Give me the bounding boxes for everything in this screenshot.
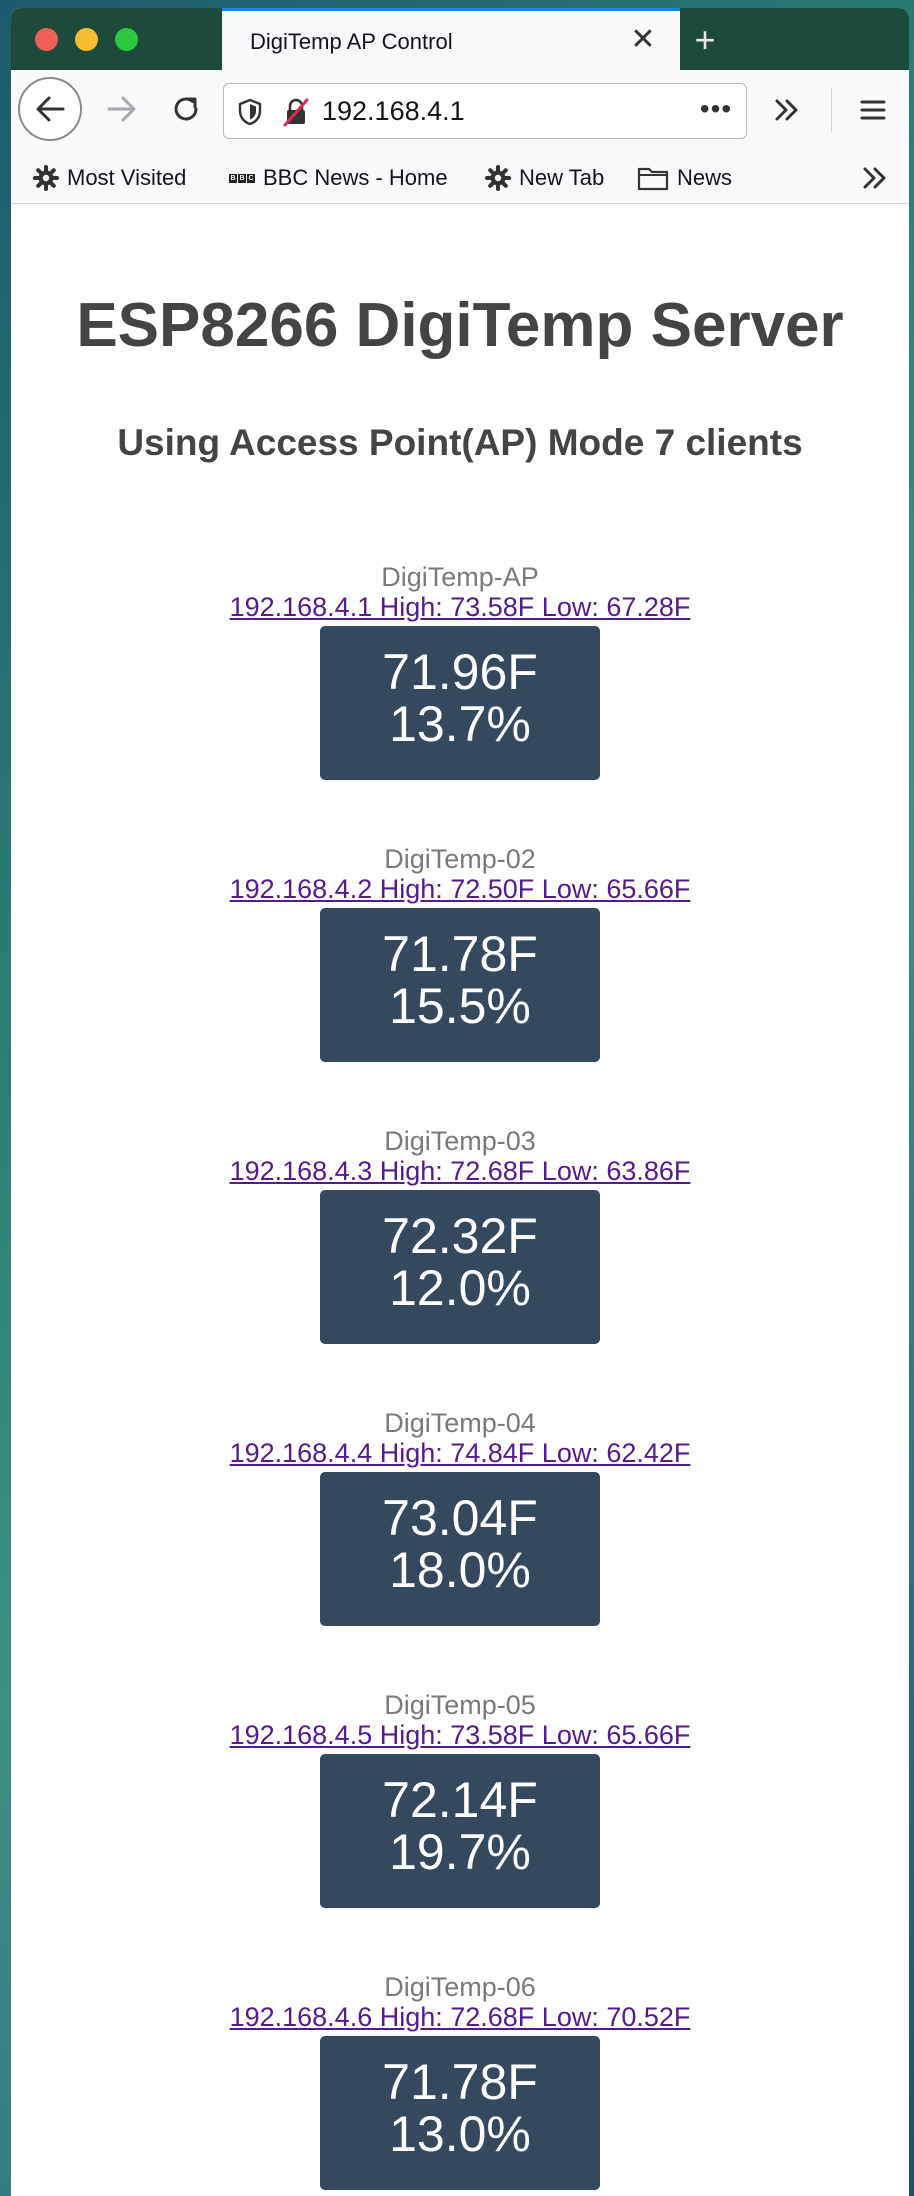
humidity-value: 18.0% [389, 1542, 531, 1598]
temperature-value: 73.04F [382, 1490, 538, 1546]
temperature-value: 72.32F [382, 1208, 538, 1264]
window-minimize-button[interactable] [75, 28, 98, 51]
sensor-name: DigiTemp-04 [384, 1408, 536, 1438]
sensor-link[interactable]: 192.168.4.6 High: 72.68F Low: 70.52F [230, 2002, 691, 2032]
sensor-reading-box: 73.04F 18.0% [320, 1472, 600, 1626]
sensor-name: DigiTemp-06 [384, 1972, 536, 2002]
humidity-value: 15.5% [389, 978, 531, 1034]
back-button[interactable] [18, 77, 82, 141]
nav-toolbar: ••• [11, 70, 909, 152]
double-chevron-right-icon [863, 167, 886, 189]
new-tab-button[interactable]: + [683, 20, 727, 60]
sensor-name: DigiTemp-02 [384, 844, 536, 874]
bookmark-folder-news[interactable]: News [637, 161, 732, 195]
sensor-name: DigiTemp-05 [384, 1690, 536, 1720]
temperature-value: 71.96F [382, 644, 538, 700]
forward-button[interactable] [95, 82, 149, 136]
url-input[interactable] [322, 94, 652, 128]
page-subtitle: Using Access Point(AP) Mode 7 clients [117, 422, 803, 463]
window-close-button[interactable] [35, 28, 58, 51]
sensor-reading-box: 72.32F 12.0% [320, 1190, 600, 1344]
insecure-lock-icon[interactable] [282, 97, 310, 127]
sensor-link-row: 192.168.4.4 High: 74.84F Low: 62.42F [11, 1438, 909, 1469]
reload-icon [174, 97, 198, 121]
reload-button[interactable] [159, 82, 213, 136]
sensor-reading-box: 71.96F 13.7% [320, 626, 600, 780]
humidity-value: 13.0% [389, 2106, 531, 2162]
sensor-link-row: 192.168.4.2 High: 72.50F Low: 65.66F [11, 874, 909, 905]
temperature-value: 71.78F [382, 2054, 538, 2110]
sensor-link[interactable]: 192.168.4.2 High: 72.50F Low: 65.66F [230, 874, 691, 904]
humidity-value: 19.7% [389, 1824, 531, 1880]
tab-title: DigiTemp AP Control [250, 29, 453, 54]
shield-icon[interactable] [238, 98, 262, 126]
bookmark-label: BBC News - Home [263, 165, 448, 190]
bbc-icon: BBC [229, 173, 255, 183]
bookmarks-overflow-button[interactable] [855, 160, 895, 196]
double-chevron-right-icon [775, 99, 798, 121]
sensor-reading-box: 71.78F 13.0% [320, 2036, 600, 2190]
app-menu-button[interactable] [851, 88, 895, 132]
temperature-value: 72.14F [382, 1772, 538, 1828]
sensor-link-row: 192.168.4.6 High: 72.68F Low: 70.52F [11, 2002, 909, 2033]
toolbar-separator [831, 88, 832, 132]
sensor-link-row: 192.168.4.5 High: 73.58F Low: 65.66F [11, 1720, 909, 1751]
sensor-link[interactable]: 192.168.4.3 High: 72.68F Low: 63.86F [230, 1156, 691, 1186]
url-bar[interactable]: ••• [223, 83, 747, 139]
bookmarks-toolbar: Most Visited BBC BBC News - Home New Tab [11, 152, 909, 204]
bookmark-new-tab[interactable]: New Tab [485, 161, 604, 195]
back-arrow-icon [36, 96, 65, 122]
forward-arrow-icon [107, 96, 136, 122]
sensor-reading-box: 72.14F 19.7% [320, 1754, 600, 1908]
bookmark-bbc-news[interactable]: BBC BBC News - Home [229, 161, 448, 195]
sensor-link-row: 192.168.4.3 High: 72.68F Low: 63.86F [11, 1156, 909, 1187]
sensor-link[interactable]: 192.168.4.1 High: 73.58F Low: 67.28F [230, 592, 691, 622]
hamburger-menu-icon [860, 100, 886, 120]
page-actions-icon[interactable]: ••• [694, 94, 738, 128]
sensor-name: DigiTemp-AP [381, 562, 539, 592]
bookmark-label: News [677, 165, 733, 190]
tab-digitemp[interactable]: DigiTemp AP Control ✕ [222, 8, 680, 70]
sensor-reading-box: 71.78F 15.5% [320, 908, 600, 1062]
bookmark-label: New Tab [519, 165, 605, 190]
toolbar-overflow-button[interactable] [765, 88, 809, 132]
sensor-link[interactable]: 192.168.4.5 High: 73.58F Low: 65.66F [230, 1720, 691, 1750]
tab-close-icon[interactable]: ✕ [628, 25, 658, 55]
window-maximize-button[interactable] [115, 28, 138, 51]
page-title: ESP8266 DigiTemp Server [76, 291, 844, 360]
bookmark-label: Most Visited [67, 165, 187, 190]
bookmark-most-visited[interactable]: Most Visited [33, 161, 186, 195]
sensor-link-row: 192.168.4.1 High: 73.58F Low: 67.28F [11, 592, 909, 623]
folder-icon [637, 167, 669, 191]
gear-icon [485, 165, 511, 191]
sensor-name: DigiTemp-03 [384, 1126, 536, 1156]
gear-icon [33, 165, 59, 191]
sensor-link[interactable]: 192.168.4.4 High: 74.84F Low: 62.42F [230, 1438, 691, 1468]
temperature-value: 71.78F [382, 926, 538, 982]
page-content: ESP8266 DigiTemp Server Using Access Poi… [11, 204, 909, 2196]
humidity-value: 12.0% [389, 1260, 531, 1316]
tab-strip: DigiTemp AP Control ✕ + [11, 8, 909, 70]
humidity-value: 13.7% [389, 696, 531, 752]
browser-window: DigiTemp AP Control ✕ + 192.168.4.1 ••• … [11, 8, 909, 2196]
